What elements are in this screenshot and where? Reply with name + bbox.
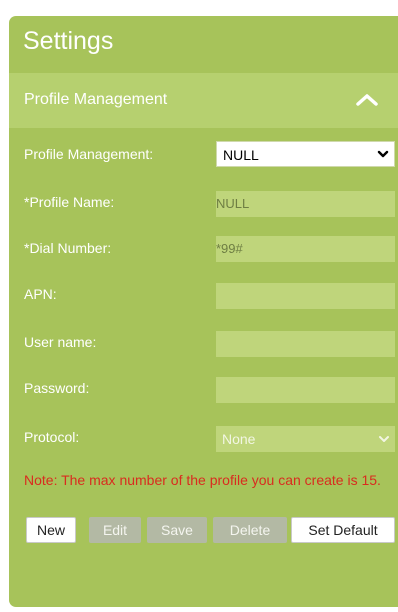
panel-title: Settings <box>23 27 114 55</box>
protocol-select[interactable]: None <box>216 426 395 452</box>
set-default-button[interactable]: Set Default <box>291 517 395 543</box>
user-name-input[interactable] <box>216 331 395 357</box>
profile-management-select-value: NULL <box>223 147 259 163</box>
password-input[interactable] <box>216 377 395 403</box>
protocol-select-value: None <box>222 431 256 447</box>
profile-name-value: NULL <box>216 196 250 211</box>
profile-management-label: Profile Management: <box>24 146 154 162</box>
chevron-down-icon <box>377 150 389 158</box>
delete-button[interactable]: Delete <box>213 517 287 543</box>
new-button[interactable]: New <box>26 517 76 543</box>
profile-name-label: *Profile Name: <box>24 194 115 210</box>
apn-input[interactable] <box>216 283 395 309</box>
user-name-label: User name: <box>24 334 97 350</box>
protocol-label: Protocol: <box>24 429 80 445</box>
dial-number-label: *Dial Number: <box>24 240 112 256</box>
dial-number-input[interactable]: *99# <box>216 236 395 262</box>
edit-button[interactable]: Edit <box>89 517 141 543</box>
section-title: Profile Management <box>24 91 168 108</box>
password-label: Password: <box>24 380 90 396</box>
profile-limit-note: Note: The max number of the profile you … <box>24 472 381 488</box>
chevron-up-icon[interactable] <box>355 91 379 107</box>
settings-panel: Settings Profile Management Profile Mana… <box>9 16 398 607</box>
dial-number-value: *99# <box>216 241 243 256</box>
profile-management-section-header[interactable]: Profile Management <box>9 73 398 128</box>
profile-management-select[interactable]: NULL <box>216 141 395 167</box>
profile-name-input[interactable]: NULL <box>216 191 395 217</box>
chevron-down-icon <box>379 436 389 442</box>
save-button[interactable]: Save <box>147 517 207 543</box>
apn-label: APN: <box>24 286 57 302</box>
